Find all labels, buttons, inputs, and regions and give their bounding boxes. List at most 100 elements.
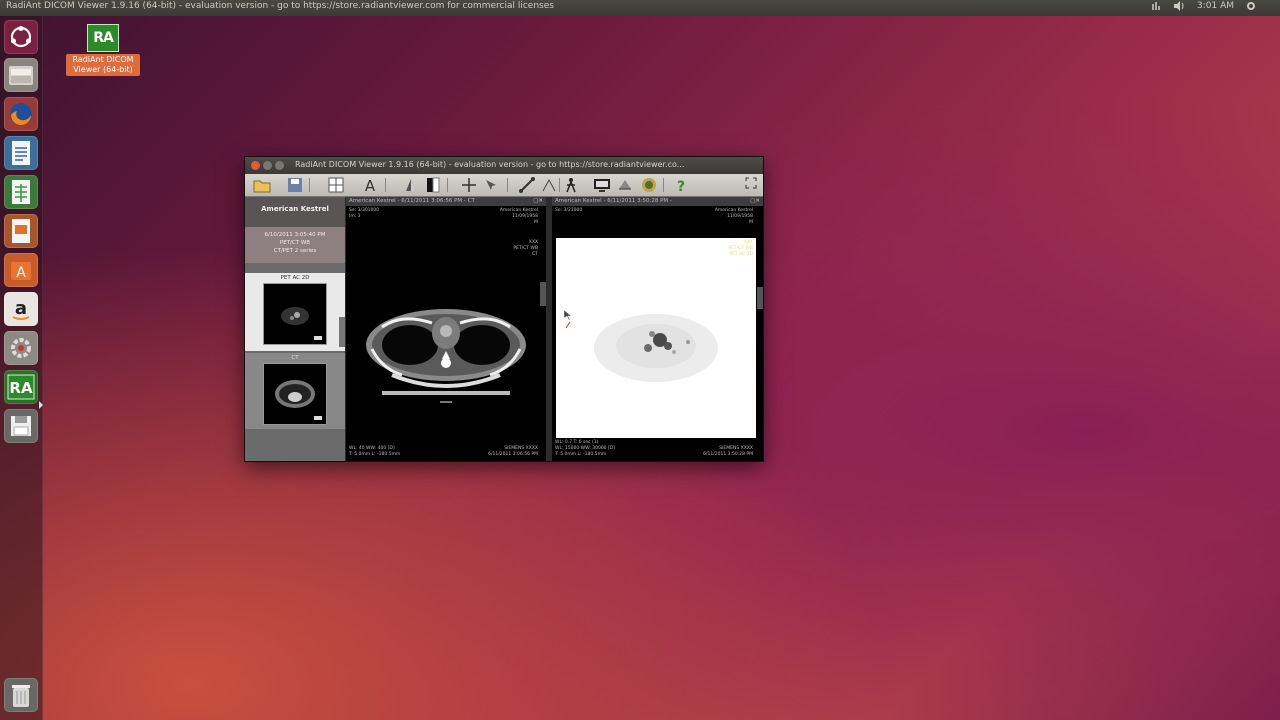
series-label: PET AC 2D <box>280 275 310 281</box>
pet-overlay-bottom-left: WL: 0.7 T: 6 sec (1) WL: 15000 WW: 30000… <box>555 440 615 457</box>
study-series-count: CT/PET 2 series <box>273 248 317 254</box>
person-figure-icon[interactable] <box>563 177 579 193</box>
svg-text:A: A <box>16 265 26 281</box>
close-viewport-icon[interactable]: ▢✕ <box>750 197 760 206</box>
ct-overlay-mid-right: XXX PET/CT WB CT <box>513 240 538 257</box>
viewport-header: American Kestrel - 6/11/2011 3:50:28 PM … <box>552 197 763 206</box>
close-viewport-icon[interactable]: ▢✕ <box>533 197 543 206</box>
viewport-title: American Kestrel - 6/11/2011 3:06:56 PM … <box>349 198 475 204</box>
floppy-icon <box>9 414 33 438</box>
monitor-icon[interactable] <box>593 177 610 193</box>
toolbar-separator <box>447 178 448 192</box>
software-center-button[interactable]: A <box>4 253 38 287</box>
measure-line-icon[interactable] <box>519 177 535 193</box>
ct-viewport-scrollbar[interactable] <box>540 282 546 306</box>
trash-button[interactable] <box>4 678 38 712</box>
firefox-button[interactable] <box>4 97 38 131</box>
window-level-icon[interactable] <box>403 177 419 193</box>
pet-thumbnail-image <box>263 283 327 345</box>
file-cabinet-icon <box>8 63 34 87</box>
viewport-title: American Kestrel - 6/11/2011 3:50:28 PM … <box>555 198 672 204</box>
pet-overlay-top-left: Se: 3/21000 <box>555 208 583 213</box>
volume-icon[interactable] <box>1173 1 1185 11</box>
indicator-area: 3:01 AM <box>1151 1 1256 11</box>
pet-overlay-mid-right: XXX PET/CT WB PET AC 2D <box>728 240 753 257</box>
document-icon <box>10 140 32 166</box>
annotation-text-icon[interactable]: A <box>362 177 378 193</box>
ct-overlay-top-right: American Kestrel 11/09/1958 M <box>499 208 538 225</box>
gear-wrench-icon <box>8 335 34 361</box>
desktop-shortcut[interactable]: RA RadiAnt DICOM Viewer (64-bit) <box>66 24 140 76</box>
study-browser: American Kestrel 6/10/2011 3:05:40 PM PE… <box>245 197 345 461</box>
series-label: CT <box>291 355 299 361</box>
save-device-button[interactable] <box>4 409 38 443</box>
viewport-ct[interactable]: American Kestrel - 6/11/2011 3:06:56 PM … <box>346 197 546 461</box>
network-icon[interactable] <box>1151 1 1161 11</box>
save-icon[interactable] <box>287 177 303 193</box>
radiant-launcher-button[interactable]: RA <box>4 370 38 404</box>
shopping-bag-icon: A <box>9 258 33 282</box>
svg-text:RA: RA <box>9 379 33 397</box>
ubuntu-dash-button[interactable] <box>4 20 38 54</box>
maximize-icon[interactable] <box>275 161 284 170</box>
toolbar: A ? <box>245 174 763 197</box>
calc-button[interactable] <box>4 175 38 209</box>
writer-button[interactable] <box>4 136 38 170</box>
browser-scrollbar[interactable] <box>339 317 345 347</box>
fusion-icon[interactable] <box>641 177 657 193</box>
viewport-pet[interactable]: American Kestrel - 6/11/2011 3:50:28 PM … <box>552 197 763 461</box>
patient-name: American Kestrel <box>245 197 345 227</box>
gear-icon[interactable] <box>1246 1 1256 11</box>
angle-icon[interactable] <box>541 177 557 193</box>
window-title-text: RadiAnt DICOM Viewer 1.9.16 (64-bit) - e… <box>295 160 685 169</box>
pet-overlay-top-right: American Kestrel 11/09/1958 M <box>714 208 753 225</box>
help-icon[interactable]: ? <box>673 177 689 193</box>
open-folder-icon[interactable] <box>253 177 271 193</box>
ct-overlay-top-left: Se: 3/301000 Im: 3 <box>349 208 380 219</box>
main-area: American Kestrel 6/10/2011 3:05:40 PM PE… <box>245 197 763 461</box>
study-date: 6/10/2011 3:05:40 PM <box>264 232 326 238</box>
impress-button[interactable] <box>4 214 38 248</box>
radiant-window: RadiAnt DICOM Viewer 1.9.16 (64-bit) - e… <box>244 156 764 462</box>
launcher: A a RA <box>0 16 43 720</box>
study-info[interactable]: 6/10/2011 3:05:40 PM PET/CT WB CT/PET 2 … <box>245 227 345 263</box>
mouse-cursor-icon <box>563 305 572 324</box>
presentation-icon <box>10 218 32 244</box>
series-thumbnail-pet[interactable]: PET AC 2D <box>245 273 345 351</box>
invert-icon[interactable] <box>425 177 441 193</box>
window-titlebar[interactable]: RadiAnt DICOM Viewer 1.9.16 (64-bit) - e… <box>245 157 763 174</box>
series-thumbnail-ct[interactable]: CT <box>245 353 345 429</box>
pet-viewport-scrollbar[interactable] <box>757 287 763 309</box>
toolbar-separator <box>507 178 508 192</box>
window-title: RadiAnt DICOM Viewer 1.9.16 (64-bit) - e… <box>6 1 554 11</box>
svg-text:A: A <box>365 177 376 193</box>
minimize-icon[interactable] <box>263 161 272 170</box>
svg-text:?: ? <box>677 179 685 193</box>
viewport-header: American Kestrel - 6/11/2011 3:06:56 PM … <box>346 197 546 206</box>
toolbar-separator <box>559 178 560 192</box>
files-button[interactable] <box>4 58 38 92</box>
spreadsheet-icon <box>10 179 32 205</box>
ubuntu-logo-icon <box>9 25 33 49</box>
system-settings-button[interactable] <box>4 331 38 365</box>
layout-grid-icon[interactable] <box>328 177 344 193</box>
amazon-button[interactable]: a <box>4 292 38 326</box>
crosshair-icon[interactable] <box>461 177 477 193</box>
toolbar-separator <box>385 178 386 192</box>
ct-overlay-bottom-left: WL: 40 WW: 400 [D] T: 5.0mm L: -180.5mm <box>349 446 401 457</box>
pan-arrow-icon[interactable] <box>483 177 499 193</box>
radiant-logo-icon: RA <box>7 374 35 400</box>
svg-text:a: a <box>15 298 27 319</box>
firefox-icon <box>8 101 34 127</box>
toolbar-separator <box>309 178 310 192</box>
pet-scan-image <box>556 238 756 438</box>
3d-volume-icon[interactable] <box>617 177 633 193</box>
clock[interactable]: 3:01 AM <box>1197 1 1234 11</box>
ct-thumbnail-image <box>263 363 327 425</box>
ct-scan-image <box>362 303 530 419</box>
trash-icon <box>10 682 32 708</box>
close-icon[interactable] <box>251 161 260 170</box>
fullscreen-icon[interactable] <box>745 177 761 193</box>
radiant-desktop-icon: RA <box>87 24 119 52</box>
pet-overlay-bottom-right: SIEMENS XXXX 6/11/2011 3:50:28 PM <box>703 446 753 457</box>
